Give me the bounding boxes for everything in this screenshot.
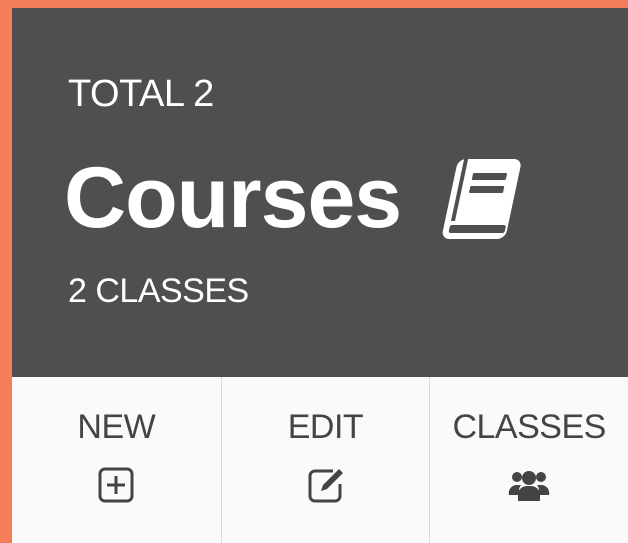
title-row: Courses <box>64 148 525 248</box>
users-icon <box>508 471 550 501</box>
action-bar: NEW EDIT CLASSES <box>12 377 628 543</box>
classes-button[interactable]: CLASSES <box>429 377 628 543</box>
plus-square-icon <box>98 467 134 503</box>
class-count: 2 CLASSES <box>68 272 249 310</box>
new-button[interactable]: NEW <box>12 377 221 543</box>
total-count: TOTAL 2 <box>68 73 214 115</box>
card-title: Courses <box>64 150 402 246</box>
card-header: TOTAL 2 Courses 2 CLASSES <box>12 8 628 377</box>
edit-button[interactable]: EDIT <box>220 377 430 543</box>
classes-button-label: CLASSES <box>452 408 606 446</box>
new-button-label: NEW <box>77 408 156 446</box>
courses-card: TOTAL 2 Courses 2 CLASSES NEW EDIT CLASS… <box>12 8 628 543</box>
edit-icon <box>308 469 344 503</box>
edit-button-label: EDIT <box>287 408 364 446</box>
book-icon <box>442 159 521 239</box>
